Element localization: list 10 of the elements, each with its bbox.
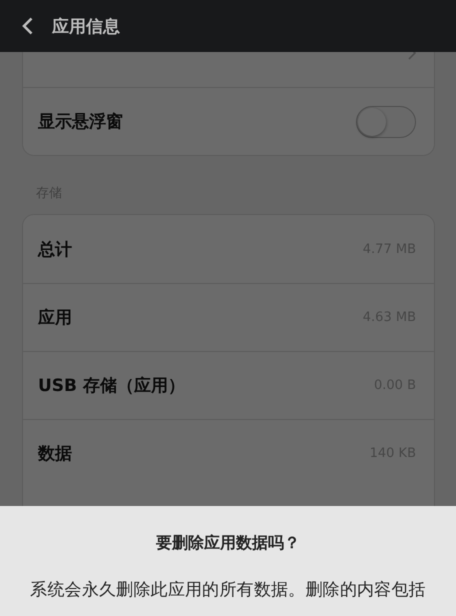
- row-label: 应用: [38, 307, 72, 329]
- dialog-message: 系统会永久删除此应用的所有数据。删除的内容包括: [30, 579, 426, 601]
- row-label: 总计: [38, 238, 72, 260]
- toggle-switch[interactable]: [356, 106, 416, 138]
- row-label: 显示悬浮窗: [38, 111, 123, 133]
- row-label: 数据: [38, 443, 72, 465]
- row-label: USB 存储（应用）: [38, 375, 185, 397]
- screen-title: 应用信息: [52, 16, 120, 38]
- dialog-title: 要删除应用数据吗？: [156, 533, 300, 554]
- back-icon[interactable]: [22, 17, 33, 35]
